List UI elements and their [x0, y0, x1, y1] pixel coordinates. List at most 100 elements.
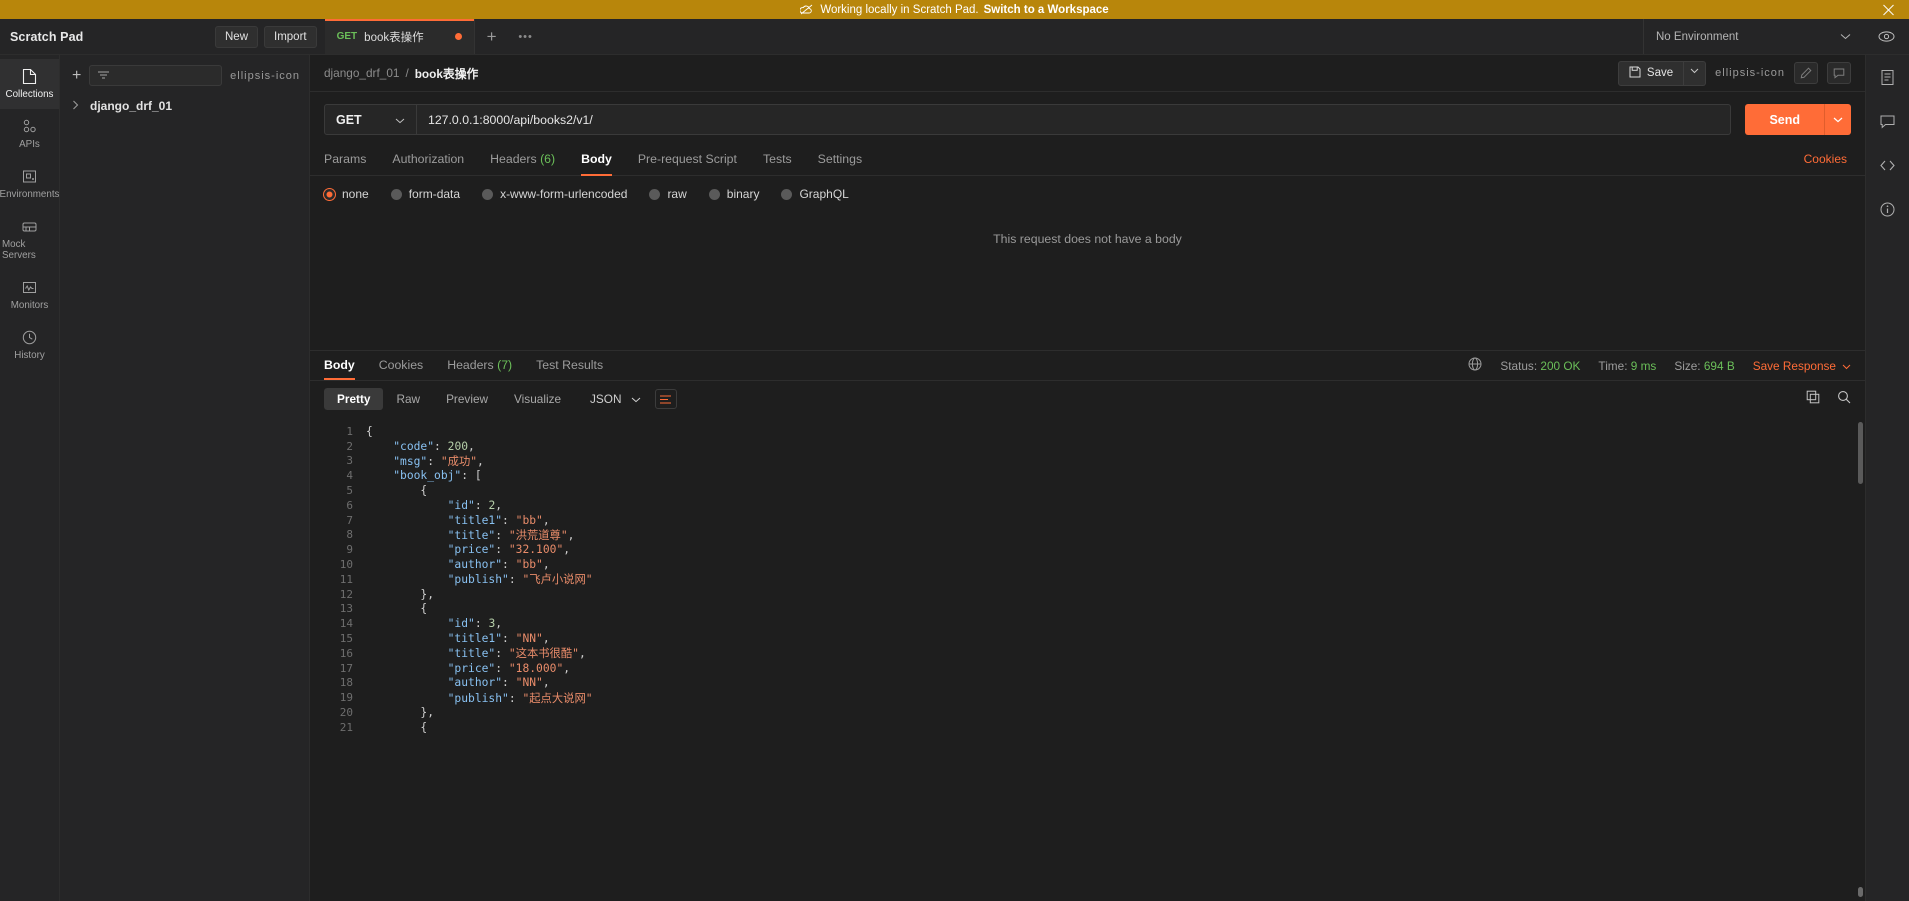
wrap-lines-icon[interactable] [654, 389, 677, 409]
sidebar-more-icon[interactable]: ellipsis-icon [230, 70, 300, 82]
comment-icon[interactable] [1827, 62, 1851, 84]
rail-item-environments[interactable]: Environments [0, 159, 59, 209]
code-icon[interactable] [1879, 157, 1896, 179]
request-more-icon[interactable]: ellipsis-icon [1715, 67, 1785, 79]
import-button[interactable]: Import [264, 25, 317, 48]
environments-icon [21, 168, 38, 185]
line-content: "title1": "NN", [447, 632, 550, 646]
http-method-select[interactable]: GET [324, 104, 417, 135]
globe-icon[interactable] [1468, 357, 1482, 374]
scratchpad-banner: Working locally in Scratch Pad. Switch t… [0, 0, 1909, 19]
save-options-caret[interactable] [1684, 60, 1707, 86]
view-mode-raw[interactable]: Raw [383, 388, 433, 410]
response-tab-body[interactable]: Body [324, 352, 355, 380]
plus-icon[interactable]: + [72, 67, 81, 84]
rail-label-mock-servers: Mock Servers [2, 239, 36, 261]
tab-settings[interactable]: Settings [818, 145, 862, 175]
radio-raw [649, 188, 661, 200]
line-content: "author": "NN", [447, 676, 550, 690]
view-mode-visualize[interactable]: Visualize [501, 388, 574, 410]
save-button[interactable]: Save [1617, 60, 1685, 86]
response-tab-test-results[interactable]: Test Results [536, 352, 603, 379]
cookies-link[interactable]: Cookies [1804, 152, 1847, 175]
tab-body[interactable]: Body [581, 145, 612, 176]
time-badge: Time: 9 ms [1598, 359, 1656, 373]
tab-pre-request-script[interactable]: Pre-request Script [638, 145, 737, 175]
url-input[interactable]: 127.0.0.1:8000/api/books2/v1/ [417, 104, 1732, 135]
rail-item-mock-servers[interactable]: Mock Servers [0, 209, 59, 270]
monitors-icon [21, 279, 38, 296]
sidebar-item-django-drf-01[interactable]: django_drf_01 [60, 94, 309, 118]
tab-settings-label: Settings [817, 152, 863, 166]
right-rail [1865, 55, 1909, 901]
environment-selector[interactable]: No Environment [1643, 19, 1863, 54]
comment-icon[interactable] [1879, 113, 1896, 135]
chevron-down-icon [395, 113, 405, 127]
format-label: JSON [590, 392, 622, 406]
tab-tests[interactable]: Tests [763, 145, 792, 175]
save-icon [1629, 66, 1641, 81]
send-button[interactable]: Send [1745, 104, 1824, 135]
tab-headers[interactable]: Headers (6) [490, 145, 555, 175]
radio-binary [708, 188, 720, 200]
body-type-form-data[interactable]: form-data [390, 187, 460, 201]
environment-label: No Environment [1656, 30, 1739, 43]
body-type-binary[interactable]: binary [708, 187, 759, 201]
code-lines: 1{2 "code": 200, 3 "msg": "成功", 4 "book_ob… [310, 416, 1865, 901]
response-tab-cookies[interactable]: Cookies [379, 352, 423, 379]
info-icon[interactable] [1879, 201, 1896, 223]
code-line: 6 "id": 2, [310, 498, 1865, 513]
view-mode-preview[interactable]: Preview [433, 388, 501, 410]
close-icon[interactable] [1882, 3, 1895, 16]
switch-workspace-link[interactable]: Switch to a Workspace [984, 4, 1109, 16]
size-value: 694 B [1703, 358, 1735, 373]
code-scrollbar-track[interactable] [1858, 422, 1863, 897]
code-scrollbar-thumb[interactable] [1858, 422, 1863, 484]
size-badge: Size: 694 B [1674, 359, 1734, 373]
document-icon[interactable] [1879, 69, 1896, 91]
code-line: 18 "author": "NN", [310, 676, 1865, 691]
http-method-label: GET [336, 112, 362, 127]
send-group: Send [1745, 104, 1851, 135]
filter-input[interactable] [89, 65, 223, 86]
response-stats: Status: 200 OK Time: 9 ms Size: 694 B Sa… [1468, 357, 1851, 374]
new-button[interactable]: New [215, 25, 259, 48]
line-content: }, [366, 706, 435, 720]
save-response-button[interactable]: Save Response [1753, 359, 1851, 373]
rail-item-apis[interactable]: APIs [0, 109, 59, 159]
tab-authorization[interactable]: Authorization [392, 145, 464, 175]
new-tab-button[interactable]: + [475, 19, 509, 54]
tab-options-icon[interactable]: ••• [509, 19, 543, 54]
rail-item-collections[interactable]: Collections [0, 59, 59, 109]
request-tab[interactable]: GET book表操作 [324, 19, 475, 54]
line-content: "id": 3, [447, 617, 503, 631]
eye-icon[interactable] [1863, 19, 1909, 54]
tab-tests-label: Tests [762, 152, 792, 166]
view-mode-pretty[interactable]: Pretty [324, 388, 384, 410]
breadcrumb-collection[interactable]: django_drf_01 [324, 66, 399, 80]
code-scrollbar-thumb-bottom[interactable] [1858, 887, 1863, 897]
code-line: 20 }, [310, 705, 1865, 720]
time-value: 9 ms [1630, 358, 1657, 373]
body-type-graphql[interactable]: GraphQL [781, 187, 849, 201]
body-type-urlencoded[interactable]: x-www-form-urlencoded [482, 187, 627, 201]
search-icon[interactable] [1837, 390, 1851, 409]
chevron-down-icon [631, 392, 641, 406]
edit-icon[interactable] [1794, 62, 1818, 84]
tab-params[interactable]: Params [324, 145, 366, 175]
body-type-raw[interactable]: raw [649, 187, 687, 201]
rail-item-monitors[interactable]: Monitors [0, 270, 59, 320]
chevron-right-icon[interactable] [72, 100, 81, 113]
apis-icon [21, 118, 38, 135]
rail-item-history[interactable]: History [0, 320, 59, 370]
status-label: Status: [1500, 358, 1538, 373]
send-options-caret[interactable] [1824, 104, 1851, 135]
copy-icon[interactable] [1806, 390, 1820, 409]
status-value: 200 OK [1540, 358, 1581, 373]
header-buttons: New Import [215, 19, 325, 54]
body-type-none[interactable]: none [324, 187, 369, 201]
response-body-code[interactable]: 1{2 "code": 200, 3 "msg": "成功", 4 "book_ob… [310, 416, 1865, 901]
response-tab-headers[interactable]: Headers (7) [447, 352, 512, 379]
format-select[interactable]: JSON [590, 392, 640, 406]
radio-none [324, 188, 335, 200]
